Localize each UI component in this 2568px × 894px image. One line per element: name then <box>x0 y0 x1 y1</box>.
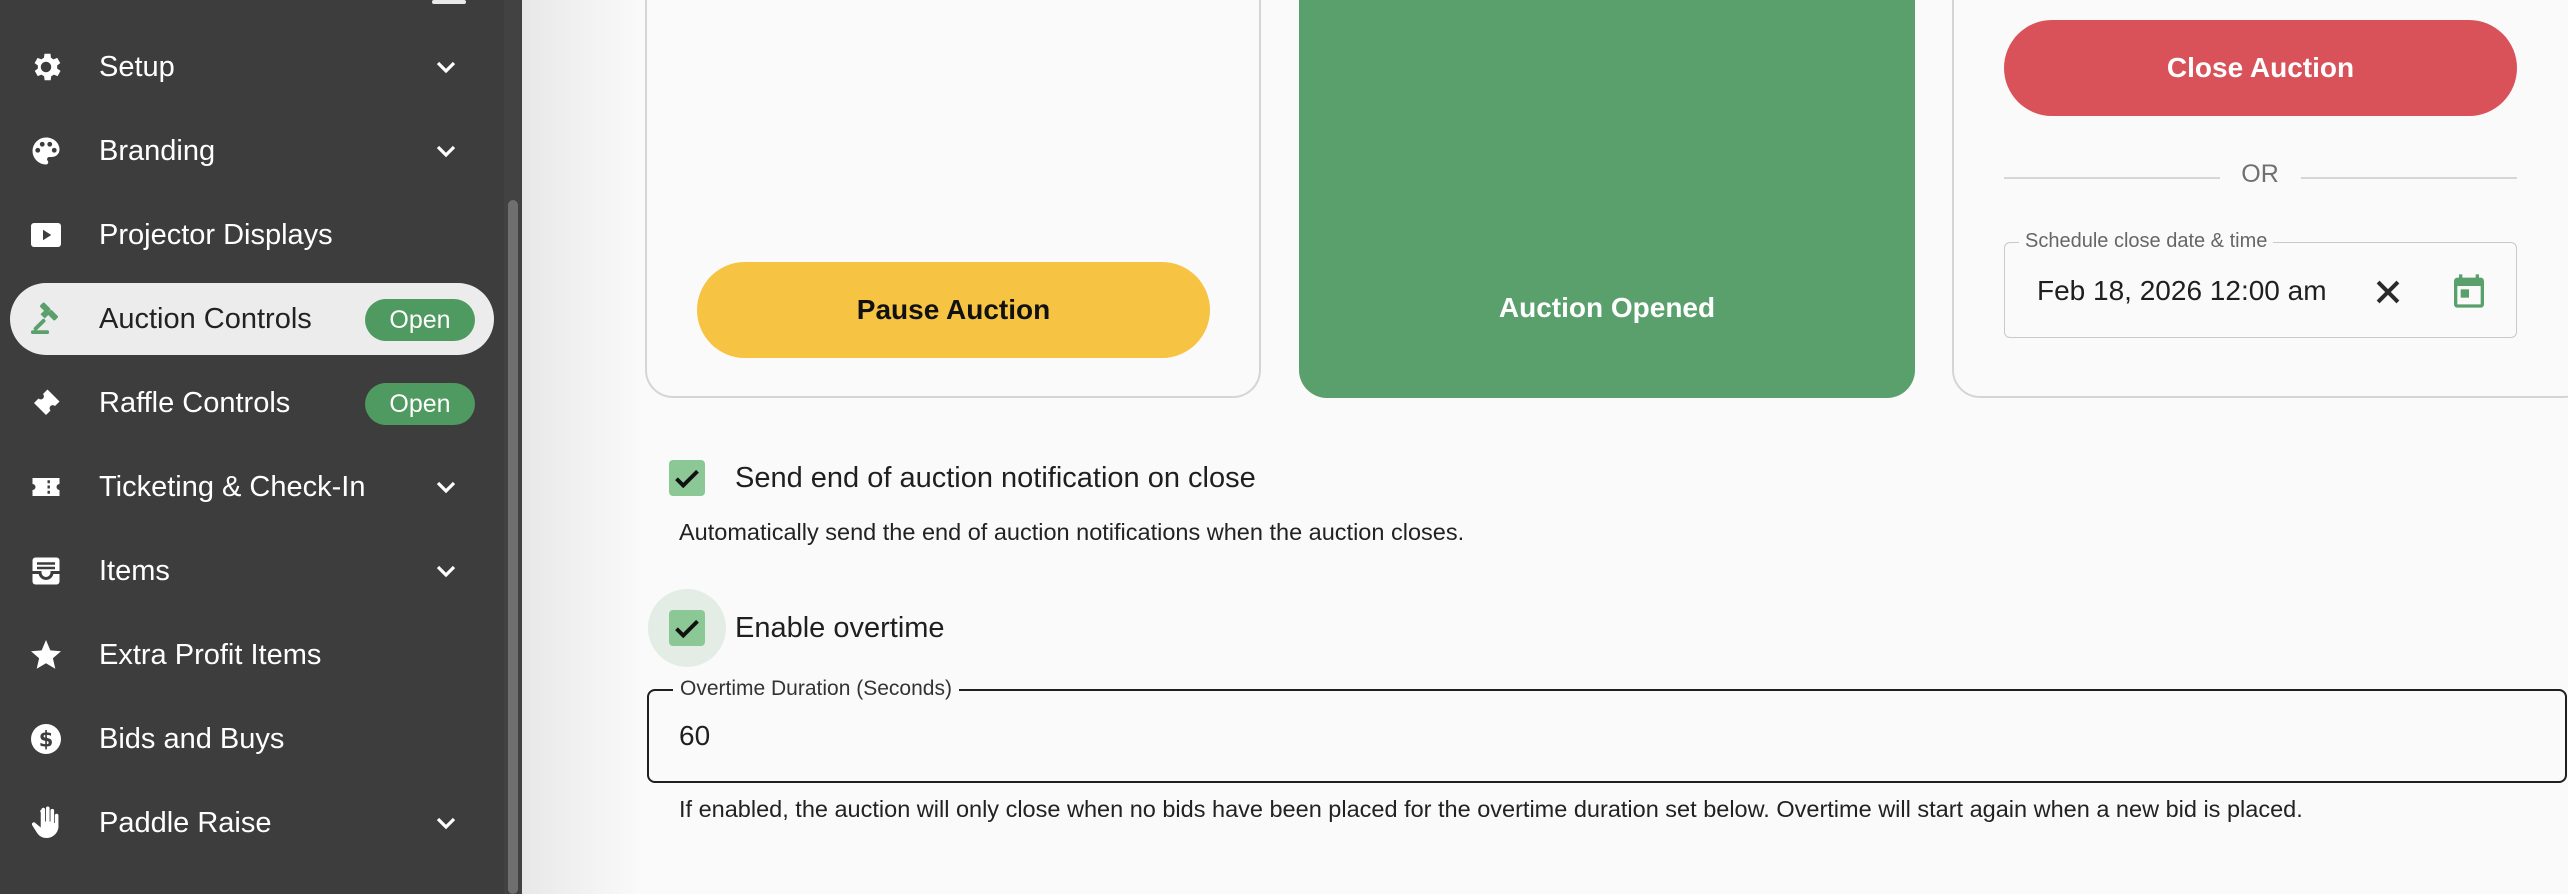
sidebar-item-label: Setup <box>99 51 175 83</box>
status-badge: Open <box>365 299 475 341</box>
sidebar-item-extra-profit-items[interactable]: Extra Profit Items <box>10 619 494 691</box>
sidebar-scrollbar-thumb[interactable] <box>508 200 518 894</box>
or-divider-left <box>2004 177 2220 179</box>
sidebar-item-setup[interactable]: Setup <box>10 31 494 103</box>
ticket-icon <box>28 385 64 421</box>
sidebar-item-ticketing-check-in[interactable]: Ticketing & Check-In <box>10 451 494 523</box>
hand-icon <box>28 805 64 841</box>
schedule-close-datetime-field[interactable]: Schedule close date & time Feb 18, 2026 … <box>2004 230 2517 339</box>
overtime-duration-field[interactable]: Overtime Duration (Seconds) <box>647 677 2567 783</box>
sidebar-item-label: Branding <box>99 135 216 167</box>
status-badge: Open <box>365 383 475 425</box>
star-icon <box>28 637 64 673</box>
pause-auction-button[interactable]: Pause Auction <box>697 262 1210 358</box>
send-notification-label: Send end of auction notification on clos… <box>735 462 1256 494</box>
gear-icon <box>28 49 64 85</box>
auction-opened-card <box>1299 0 1915 398</box>
send-notification-checkbox[interactable] <box>648 439 726 517</box>
chevron-down-icon <box>430 51 462 83</box>
play-screen-icon <box>28 217 64 253</box>
sidebar-item-auction-controls[interactable]: Auction Controls Open <box>10 283 494 355</box>
sidebar-item-label: Projector Displays <box>99 219 333 251</box>
chevron-down-icon <box>430 555 462 587</box>
sidebar-item-label: Extra Profit Items <box>99 639 322 671</box>
send-notification-helper: Automatically send the end of auction no… <box>679 519 1465 545</box>
sidebar-item-branding[interactable]: Branding <box>10 115 494 187</box>
ticket-stub-icon <box>28 469 64 505</box>
overtime-duration-input[interactable] <box>649 691 2565 781</box>
schedule-close-value[interactable]: Feb 18, 2026 12:00 am <box>2037 243 2327 339</box>
svg-text:$: $ <box>39 728 54 752</box>
gavel-icon <box>28 301 64 337</box>
enable-overtime-checkbox[interactable] <box>648 589 726 667</box>
sidebar-top-edge <box>432 0 466 4</box>
or-divider-right <box>2301 177 2517 179</box>
sidebar-item-raffle-controls[interactable]: Raffle Controls Open <box>10 367 494 439</box>
chevron-down-icon <box>430 471 462 503</box>
chevron-down-icon <box>430 807 462 839</box>
content-shadow <box>522 0 642 894</box>
sidebar-item-label: Auction Controls <box>99 303 312 335</box>
palette-icon <box>28 133 64 169</box>
sidebar-item-label: Items <box>99 555 170 587</box>
chevron-down-icon <box>430 135 462 167</box>
dollar-circle-icon: $ <box>28 721 64 757</box>
or-divider-text: OR <box>2241 160 2279 188</box>
sidebar-item-items[interactable]: Items <box>10 535 494 607</box>
auction-opened-status: Auction Opened <box>1498 292 1716 323</box>
checkbox-checked-icon <box>669 610 705 646</box>
clear-icon[interactable] <box>2371 275 2405 309</box>
sidebar: Setup Branding Projector Displays Auctio… <box>0 0 522 894</box>
enable-overtime-label: Enable overtime <box>735 612 945 644</box>
checkbox-checked-icon <box>669 460 705 496</box>
sidebar-item-bids-and-buys[interactable]: $ Bids and Buys <box>10 703 494 775</box>
sidebar-item-projector-displays[interactable]: Projector Displays <box>10 199 494 271</box>
calendar-icon[interactable] <box>2449 271 2489 311</box>
close-auction-button[interactable]: Close Auction <box>2004 20 2517 116</box>
sidebar-item-label: Paddle Raise <box>99 807 272 839</box>
overtime-helper: If enabled, the auction will only close … <box>679 796 2303 822</box>
sidebar-item-label: Raffle Controls <box>99 387 291 419</box>
inbox-tray-icon <box>28 553 64 589</box>
sidebar-item-label: Ticketing & Check-In <box>99 471 366 503</box>
sidebar-item-paddle-raise[interactable]: Paddle Raise <box>10 787 494 859</box>
sidebar-item-label: Bids and Buys <box>99 723 285 755</box>
